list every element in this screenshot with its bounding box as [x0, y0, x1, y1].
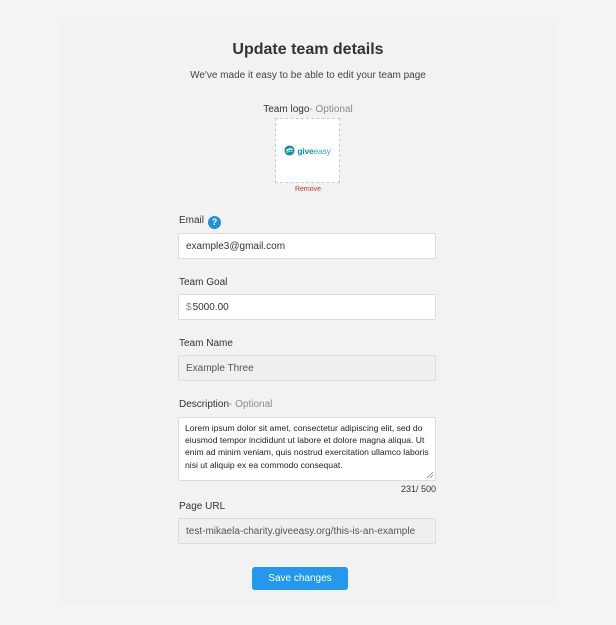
logo-text-accent: easy — [313, 145, 331, 156]
description-label: Description- Optional — [179, 399, 272, 410]
page-url-value: test-mikaela-charity.giveeasy.org/this-i… — [186, 525, 416, 537]
character-counter: 231/ 500 — [400, 484, 436, 494]
team-goal-label: Team Goal — [179, 277, 228, 288]
page-url-field[interactable]: test-mikaela-charity.giveeasy.org/this-i… — [178, 518, 436, 544]
optional-tag: - Optional — [309, 104, 353, 115]
email-field[interactable]: example3@gmail.com — [178, 233, 436, 259]
logo-text-main: give — [297, 145, 314, 156]
resize-handle-icon[interactable] — [426, 471, 433, 478]
giveeasy-logo-icon — [284, 145, 295, 156]
team-goal-field[interactable]: $5000.00 — [178, 294, 436, 320]
team-logo-upload[interactable]: giveeasy — [275, 118, 340, 183]
page-url-label: Page URL — [179, 501, 226, 512]
team-name-field[interactable]: Example Three — [178, 355, 436, 381]
email-label-text: Email — [179, 215, 205, 226]
description-label-text: Description — [179, 399, 230, 410]
description-value: Lorem ipsum dolor sit amet, consectetur … — [185, 423, 429, 470]
page-title: Update team details — [232, 41, 384, 58]
currency-prefix: $ — [186, 301, 192, 313]
optional-tag: - Optional — [229, 399, 273, 410]
page-subtitle: We've made it easy to be able to edit yo… — [190, 70, 426, 81]
save-changes-button[interactable]: Save changes — [252, 567, 348, 590]
description-textarea[interactable]: Lorem ipsum dolor sit amet, consectetur … — [178, 417, 436, 481]
team-logo-label-text: Team logo — [263, 104, 310, 115]
team-name-value: Example Three — [186, 362, 254, 374]
giveeasy-logo: giveeasy — [284, 145, 331, 156]
help-icon[interactable]: ? — [208, 215, 222, 229]
remove-logo-link[interactable]: Remove — [0, 186, 616, 193]
team-logo-label: Team logo- Optional — [0, 104, 616, 115]
email-value: example3@gmail.com — [186, 240, 286, 252]
team-goal-value: 5000.00 — [192, 301, 229, 313]
email-label: Email? — [179, 215, 222, 229]
team-name-label: Team Name — [179, 338, 233, 349]
giveeasy-logo-text: giveeasy — [297, 145, 331, 156]
page: Update team details We've made it easy t… — [0, 0, 616, 625]
